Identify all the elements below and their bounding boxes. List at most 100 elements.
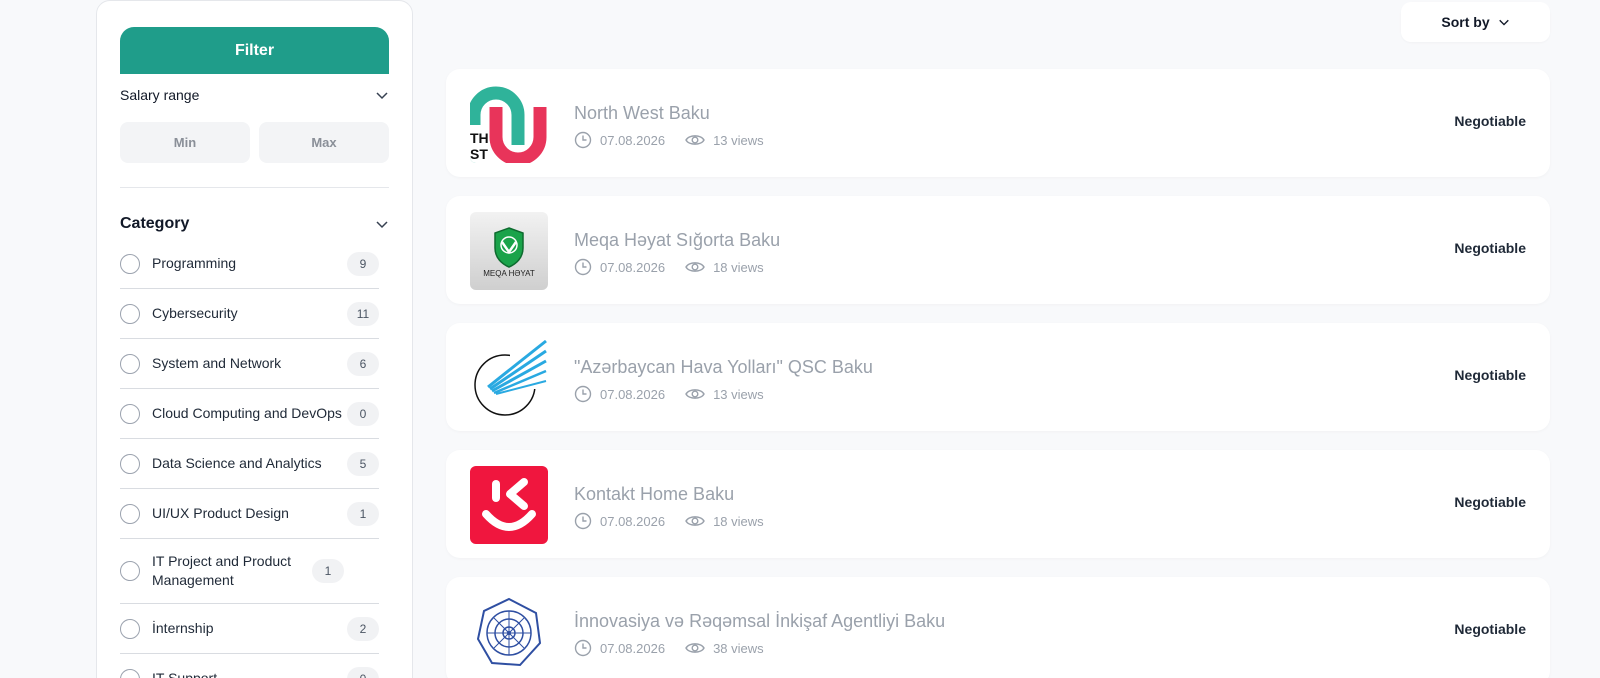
azal-logo-icon xyxy=(474,339,548,416)
job-title[interactable]: Meqa Həyat Sığorta Baku xyxy=(574,230,780,251)
category-item-label: Programming xyxy=(152,255,237,271)
category-radio[interactable] xyxy=(120,668,140,678)
salary-range-label: Salary range xyxy=(120,87,200,103)
category-item[interactable]: Programming 9 xyxy=(120,239,379,289)
category-item[interactable]: Data Science and Analytics 5 xyxy=(120,439,379,489)
job-meta: 07.08.2026 13 views xyxy=(574,385,764,403)
category-radio[interactable] xyxy=(120,561,140,581)
north-west-logo-icon: TH ST xyxy=(470,86,547,163)
chevron-down-icon xyxy=(376,221,388,229)
job-title[interactable]: North West Baku xyxy=(574,103,710,124)
job-views: 18 views xyxy=(713,259,764,275)
category-radio[interactable] xyxy=(120,353,140,374)
category-count: 1 xyxy=(312,559,344,583)
sort-label: Sort by xyxy=(1441,14,1490,30)
filter-header: Filter xyxy=(120,27,389,74)
job-meta: 07.08.2026 13 views xyxy=(574,131,764,149)
idda-logo-icon xyxy=(476,597,542,667)
chevron-down-icon xyxy=(376,92,388,100)
category-item-label: IT Project and Product Management xyxy=(152,553,292,588)
eye-icon xyxy=(685,262,705,272)
meqa-hayat-logo-icon: MEQA HƏYAT xyxy=(483,227,535,278)
filter-sidebar: Filter Salary range Min Max Category Pro… xyxy=(96,0,413,678)
logo-text: MEQA HƏYAT xyxy=(483,269,535,278)
category-item[interactable]: Cybersecurity 11 xyxy=(120,289,379,339)
job-salary: Negotiable xyxy=(1454,621,1526,637)
category-toggle[interactable]: Category xyxy=(120,212,389,236)
category-radio[interactable] xyxy=(120,253,140,274)
job-salary: Negotiable xyxy=(1454,240,1526,256)
category-count: 9 xyxy=(347,251,379,276)
job-views: 38 views xyxy=(713,640,764,656)
job-title[interactable]: Kontakt Home Baku xyxy=(574,484,734,505)
category-item-label: IT Support xyxy=(152,670,218,678)
job-salary: Negotiable xyxy=(1454,494,1526,510)
category-item-label: System and Network xyxy=(152,355,282,371)
eye-icon xyxy=(685,135,705,145)
eye-icon xyxy=(685,643,705,653)
job-meta: 07.08.2026 18 views xyxy=(574,258,764,276)
category-radio[interactable] xyxy=(120,403,140,424)
eye-icon xyxy=(685,516,705,526)
category-label: Category xyxy=(120,215,190,232)
category-count: 5 xyxy=(347,451,379,476)
job-meta: 07.08.2026 38 views xyxy=(574,639,764,657)
company-logo xyxy=(470,466,548,544)
category-count: 11 xyxy=(347,301,379,326)
category-item[interactable]: Cloud Computing and DevOps 0 xyxy=(120,389,379,439)
job-card[interactable]: MEQA HƏYAT Meqa Həyat Sığorta Baku 07.08… xyxy=(446,196,1550,304)
job-card[interactable]: "Azərbaycan Hava Yolları" QSC Baku 07.08… xyxy=(446,323,1550,431)
job-meta: 07.08.2026 18 views xyxy=(574,512,764,530)
salary-range-toggle[interactable]: Salary range xyxy=(120,83,389,107)
category-item-label: Data Science and Analytics xyxy=(152,455,322,471)
job-views: 13 views xyxy=(713,386,764,402)
job-salary: Negotiable xyxy=(1454,113,1526,129)
company-logo xyxy=(470,593,548,671)
company-logo: TH ST xyxy=(470,85,548,163)
chevron-down-icon xyxy=(1498,19,1509,26)
category-item[interactable]: IT Project and Product Management 1 xyxy=(120,539,379,604)
sort-button[interactable]: Sort by xyxy=(1401,2,1550,42)
clock-icon xyxy=(574,639,592,657)
job-date: 07.08.2026 xyxy=(600,513,666,529)
kontakt-logo-icon xyxy=(482,478,536,531)
job-card[interactable]: TH ST North West Baku 07.08.2026 13 view… xyxy=(446,69,1550,177)
category-item-label: Cloud Computing and DevOps xyxy=(152,405,342,421)
category-count: 6 xyxy=(347,351,379,376)
job-date: 07.08.2026 xyxy=(600,259,666,275)
svg-text:TH: TH xyxy=(470,130,489,146)
job-card[interactable]: Kontakt Home Baku 07.08.2026 18 views Ne… xyxy=(446,450,1550,558)
category-count: 1 xyxy=(347,501,379,526)
salary-min-input[interactable]: Min xyxy=(120,122,250,163)
job-views: 13 views xyxy=(713,132,764,148)
category-count: 2 xyxy=(347,616,379,641)
category-item[interactable]: İnternship 2 xyxy=(120,604,379,654)
job-views: 18 views xyxy=(713,513,764,529)
job-card[interactable]: İnnovasiya və Rəqəmsal İnkişaf Agentliyi… xyxy=(446,577,1550,678)
divider xyxy=(120,187,389,188)
salary-max-input[interactable]: Max xyxy=(259,122,389,163)
category-radio[interactable] xyxy=(120,503,140,524)
category-item[interactable]: IT Support 0 xyxy=(120,654,379,678)
category-item[interactable]: System and Network 6 xyxy=(120,339,379,389)
category-item-label: Cybersecurity xyxy=(152,305,238,321)
company-logo xyxy=(470,339,548,417)
category-item-label: İnternship xyxy=(152,620,214,636)
svg-text:ST: ST xyxy=(470,146,488,162)
category-list: Programming 9 Cybersecurity 11 System an… xyxy=(120,239,379,678)
category-radio[interactable] xyxy=(120,303,140,324)
category-radio[interactable] xyxy=(120,618,140,639)
eye-icon xyxy=(685,389,705,399)
clock-icon xyxy=(574,512,592,530)
clock-icon xyxy=(574,258,592,276)
job-title[interactable]: "Azərbaycan Hava Yolları" QSC Baku xyxy=(574,357,873,378)
category-radio[interactable] xyxy=(120,453,140,474)
clock-icon xyxy=(574,131,592,149)
job-title[interactable]: İnnovasiya və Rəqəmsal İnkişaf Agentliyi… xyxy=(574,611,945,632)
job-date: 07.08.2026 xyxy=(600,132,666,148)
category-item-label: UI/UX Product Design xyxy=(152,505,289,521)
category-count: 0 xyxy=(347,666,379,678)
company-logo: MEQA HƏYAT xyxy=(470,212,548,290)
category-item[interactable]: UI/UX Product Design 1 xyxy=(120,489,379,539)
clock-icon xyxy=(574,385,592,403)
